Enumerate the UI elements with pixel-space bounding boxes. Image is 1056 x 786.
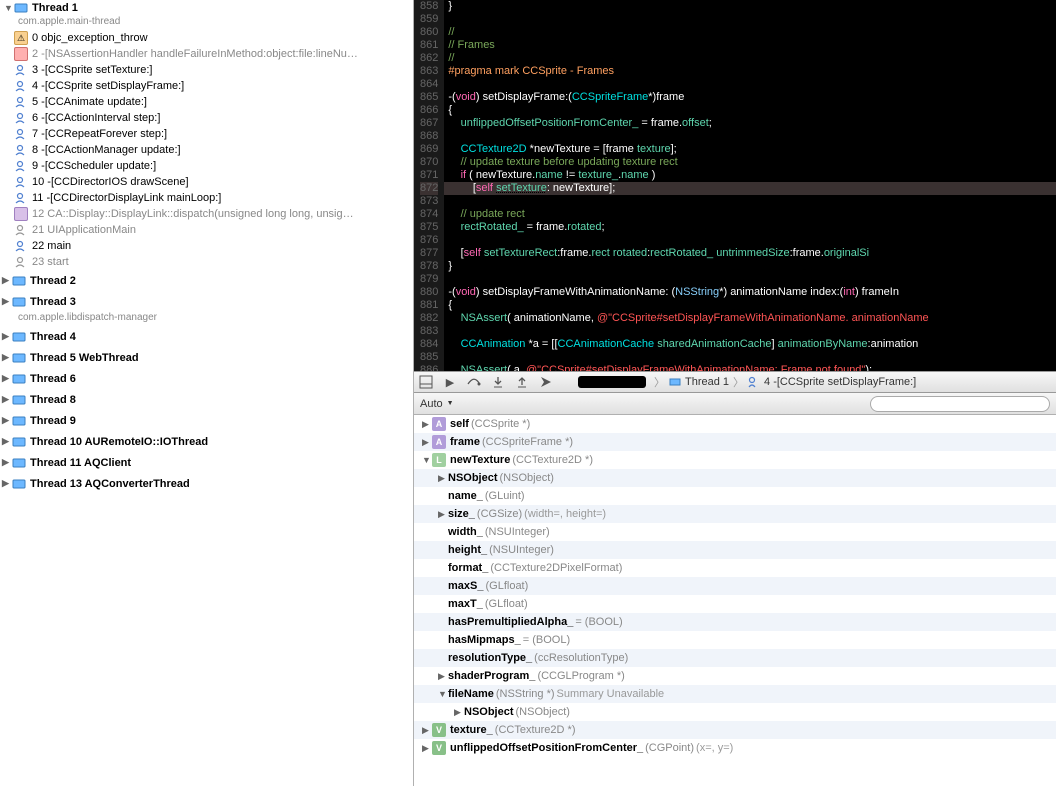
variable-row[interactable]: ▼fileName (NSString *) Summary Unavailab… bbox=[414, 685, 1056, 703]
toggle-debug-area-icon[interactable] bbox=[418, 374, 434, 390]
chevron-down-icon: ▼ bbox=[447, 400, 454, 407]
stack-frame[interactable]: 10 -[CCDirectorIOS drawScene] bbox=[0, 174, 413, 190]
thread-item[interactable]: ▶Thread 11 AQClient bbox=[0, 452, 413, 473]
chevron-icon: 〉 bbox=[654, 374, 665, 390]
thread-item[interactable]: ▶Thread 6 bbox=[0, 368, 413, 389]
variable-row[interactable]: ▶VunflippedOffsetPositionFromCenter_ (CG… bbox=[414, 739, 1056, 757]
chevron-icon: 〉 bbox=[733, 374, 744, 390]
stack-frame[interactable]: 5 -[CCAnimate update:] bbox=[0, 94, 413, 110]
variable-row[interactable]: resolutionType_ (ccResolutionType) bbox=[414, 649, 1056, 667]
continue-icon[interactable]: ▶ bbox=[442, 374, 458, 390]
thread-item[interactable]: ▶Thread 2 bbox=[0, 270, 413, 291]
step-out-icon[interactable] bbox=[514, 374, 530, 390]
disclosure-icon[interactable]: ▼ bbox=[4, 3, 14, 13]
variable-row[interactable]: hasPremultipliedAlpha_ = (BOOL) bbox=[414, 613, 1056, 631]
stack-frame[interactable]: 7 -[CCRepeatForever step:] bbox=[0, 126, 413, 142]
thread-1-label: Thread 1 bbox=[32, 2, 78, 14]
variable-row[interactable]: height_ (NSUInteger) bbox=[414, 541, 1056, 559]
variable-row[interactable]: format_ (CCTexture2DPixelFormat) bbox=[414, 559, 1056, 577]
breadcrumb-thread: Thread 1 bbox=[685, 376, 729, 388]
variable-row[interactable]: hasMipmaps_ = (BOOL) bbox=[414, 631, 1056, 649]
stack-frame[interactable]: 4 -[CCSprite setDisplayFrame:] bbox=[0, 78, 413, 94]
stack-frame[interactable]: 6 -[CCActionInterval step:] bbox=[0, 110, 413, 126]
variable-row[interactable]: ▶size_ (CGSize) (width=, height=) bbox=[414, 505, 1056, 523]
location-icon[interactable] bbox=[538, 374, 554, 390]
thread-item[interactable]: ▶Thread 10 AURemoteIO::IOThread bbox=[0, 431, 413, 452]
stack-frame[interactable]: 21 UIApplicationMain bbox=[0, 222, 413, 238]
editor-area: 8588598608618628638648658668678688698708… bbox=[414, 0, 1056, 786]
thread-1-group[interactable]: ▼ Thread 1 com.apple.main-thread ⚠0 objc… bbox=[0, 0, 413, 270]
process-name-redacted bbox=[578, 376, 646, 388]
variable-row[interactable]: ▼LnewTexture (CCTexture2D *) bbox=[414, 451, 1056, 469]
debug-bar: ▶ 〉 Thread 1 〉 4 -[CCSprite setDisplayFr… bbox=[414, 371, 1056, 393]
variable-row[interactable]: ▶NSObject (NSObject) bbox=[414, 703, 1056, 721]
variable-row[interactable]: ▶Aself (CCSprite *) bbox=[414, 415, 1056, 433]
stack-frame[interactable]: 9 -[CCScheduler update:] bbox=[0, 158, 413, 174]
variable-row[interactable]: ▶NSObject (NSObject) bbox=[414, 469, 1056, 487]
step-over-icon[interactable] bbox=[466, 374, 482, 390]
stack-frame[interactable]: 8 -[CCActionManager update:] bbox=[0, 142, 413, 158]
thread-icon bbox=[14, 1, 28, 15]
thread-item[interactable]: ▶Thread 5 WebThread bbox=[0, 347, 413, 368]
variable-row[interactable]: maxS_ (GLfloat) bbox=[414, 577, 1056, 595]
thread-item[interactable]: ▶Thread 3 bbox=[0, 291, 413, 312]
thread-item[interactable]: ▶Thread 9 bbox=[0, 410, 413, 431]
stack-frame[interactable]: 23 start bbox=[0, 254, 413, 270]
source-editor[interactable]: 8588598608618628638648658668678688698708… bbox=[414, 0, 1056, 371]
stack-frame[interactable]: 22 main bbox=[0, 238, 413, 254]
step-into-icon[interactable] bbox=[490, 374, 506, 390]
stack-frame[interactable]: 12 CA::Display::DisplayLink::dispatch(un… bbox=[0, 206, 413, 222]
variable-row[interactable]: ▶shaderProgram_ (CCGLProgram *) bbox=[414, 667, 1056, 685]
debug-breadcrumb[interactable]: 〉 Thread 1 〉 4 -[CCSprite setDisplayFram… bbox=[654, 374, 916, 390]
thread-icon bbox=[669, 376, 681, 388]
variables-view[interactable]: ▶Aself (CCSprite *)▶Aframe (CCSpriteFram… bbox=[414, 415, 1056, 786]
variables-search-input[interactable] bbox=[870, 396, 1050, 412]
scope-selector[interactable]: Auto ▼ bbox=[420, 398, 454, 410]
thread-1-queue: com.apple.main-thread bbox=[0, 16, 413, 30]
line-gutter: 8588598608618628638648658668678688698708… bbox=[414, 0, 444, 371]
stack-frame[interactable]: ⚠0 objc_exception_throw bbox=[0, 30, 413, 46]
stack-frame[interactable]: 3 -[CCSprite setTexture:] bbox=[0, 62, 413, 78]
thread-queue-label: com.apple.libdispatch-manager bbox=[0, 312, 413, 326]
variable-row[interactable]: ▶Vtexture_ (CCTexture2D *) bbox=[414, 721, 1056, 739]
variable-row[interactable]: width_ (NSUInteger) bbox=[414, 523, 1056, 541]
variable-row[interactable]: ▶Aframe (CCSpriteFrame *) bbox=[414, 433, 1056, 451]
stack-frame[interactable]: 2 -[NSAssertionHandler handleFailureInMe… bbox=[0, 46, 413, 62]
code-content[interactable]: }//// Frames//#pragma mark CCSprite - Fr… bbox=[444, 0, 1056, 371]
breadcrumb-frame: 4 -[CCSprite setDisplayFrame:] bbox=[764, 376, 916, 388]
thread-item[interactable]: ▶Thread 8 bbox=[0, 389, 413, 410]
variables-toolbar: Auto ▼ bbox=[414, 393, 1056, 415]
user-frame-icon bbox=[748, 376, 760, 388]
stack-frame[interactable]: 11 -[CCDirectorDisplayLink mainLoop:] bbox=[0, 190, 413, 206]
variable-row[interactable]: name_ (GLuint) bbox=[414, 487, 1056, 505]
thread-item[interactable]: ▶Thread 4 bbox=[0, 326, 413, 347]
thread-item[interactable]: ▶Thread 13 AQConverterThread bbox=[0, 473, 413, 494]
debug-navigator[interactable]: ▼ Thread 1 com.apple.main-thread ⚠0 objc… bbox=[0, 0, 414, 786]
variable-row[interactable]: maxT_ (GLfloat) bbox=[414, 595, 1056, 613]
